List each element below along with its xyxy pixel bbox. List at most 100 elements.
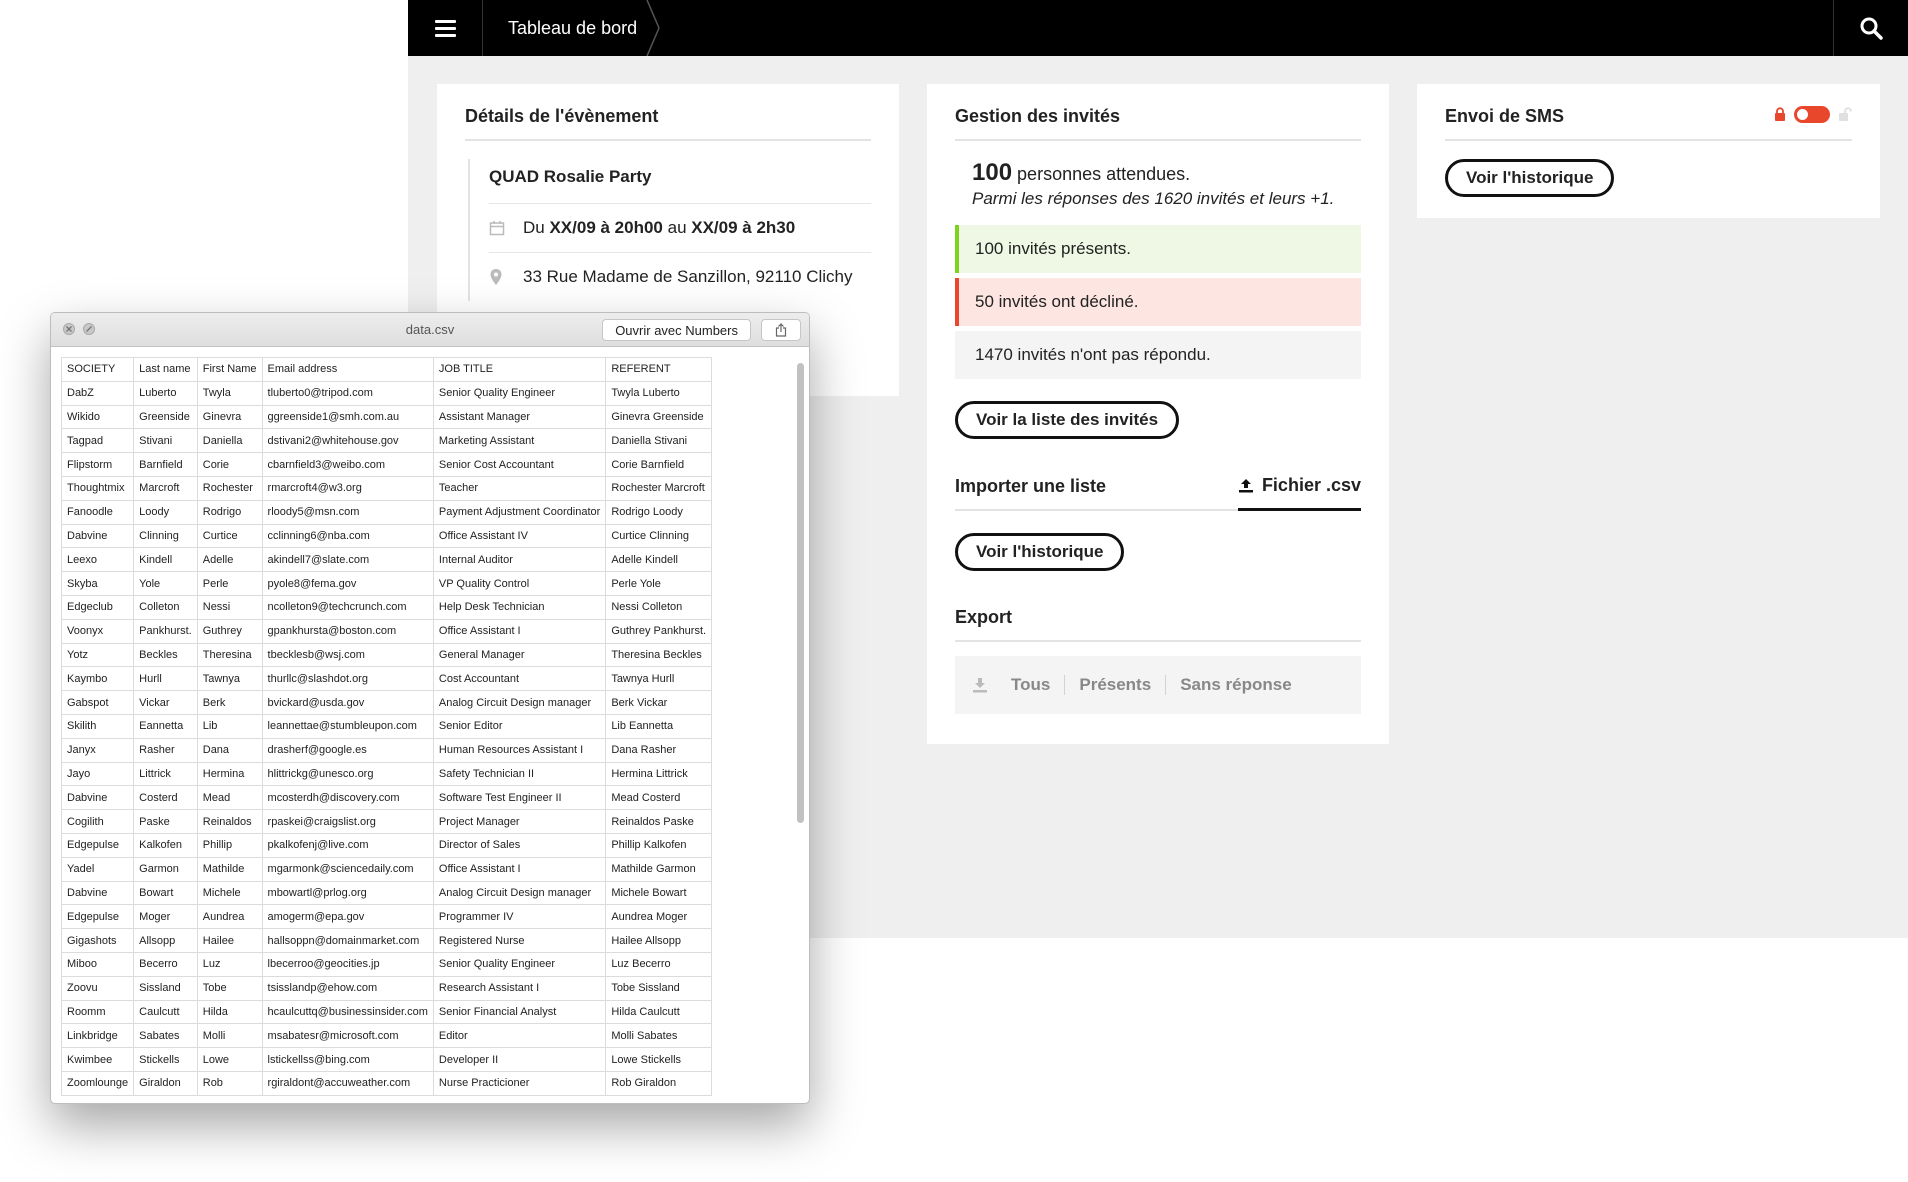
table-cell: Twyla Luberto [605, 380, 713, 406]
table-cell: Edgepulse [61, 904, 135, 930]
table-cell: Bowart [133, 880, 198, 906]
table-cell: rmarcroft4@w3.org [261, 475, 434, 501]
table-cell: mgarmonk@sciencedaily.com [261, 856, 434, 882]
table-cell: Curtice [196, 523, 263, 549]
table-cell: Vickar [133, 690, 198, 715]
table-cell: Giraldon [133, 1070, 198, 1096]
export-section: Export [955, 607, 1361, 642]
table-cell: Nurse Practicioner [432, 1070, 607, 1096]
table-cell: rpaskei@craigslist.org [261, 809, 434, 834]
table-row: Flipstorm Barnfield Corie cbarnfield3@weibo… [61, 452, 713, 477]
table-cell: Rob [196, 1070, 263, 1096]
table-cell: Mathilde Garmon [605, 856, 713, 882]
column-header: First Name [196, 357, 263, 382]
export-all-button[interactable]: Tous [997, 675, 1064, 695]
table-row: Leexo Kindell Adelle akindell7@slate.com Int… [61, 547, 713, 573]
table-cell: Fanoodle [61, 499, 135, 525]
table-cell: Rodrigo [196, 499, 263, 525]
table-cell: Tobe [196, 975, 263, 1001]
table-cell: Littrick [133, 761, 198, 787]
table-cell: Analog Circuit Design manager [432, 690, 607, 715]
event-info: QUAD Rosalie Party Du XX/09 à 20h00 au X… [468, 159, 871, 301]
table-cell: Mead [196, 785, 263, 811]
table-cell: Human Resources Assistant I [432, 737, 607, 763]
table-cell: Help Desk Technician [432, 594, 607, 620]
import-history-button[interactable]: Voir l'historique [955, 533, 1125, 571]
export-title: Export [955, 607, 1013, 627]
column-header: Last name [133, 357, 198, 382]
table-cell: Dabvine [61, 880, 135, 906]
share-button[interactable] [761, 319, 801, 341]
table-row: Edgeclub Colleton Nessi ncolleton9@techcrun… [61, 594, 713, 620]
table-cell: Clinning [133, 523, 198, 549]
table-cell: Loody [133, 499, 198, 525]
open-with-numbers-button[interactable]: Ouvrir avec Numbers [602, 319, 751, 341]
table-cell: Ginevra [196, 404, 263, 430]
table-row: Zoomlounge Giraldon Rob rgiraldont@accuweat… [61, 1070, 713, 1096]
table-cell: Director of Sales [432, 832, 607, 858]
table-cell: Twyla [196, 380, 263, 406]
import-section: Importer une liste Fichier .csv [955, 475, 1361, 511]
export-present-button[interactable]: Présents [1064, 675, 1165, 695]
table-cell: mbowartl@prlog.org [261, 880, 434, 906]
present-stat: 100 invités présents. [955, 225, 1361, 273]
import-title: Importer une liste [955, 476, 1107, 496]
breadcrumb[interactable]: Tableau de bord [483, 0, 660, 56]
table-cell: Nessi Colleton [605, 594, 713, 620]
table-cell: Lib [196, 713, 263, 739]
table-cell: lstickellss@bing.com [261, 1047, 434, 1072]
vertical-scrollbar[interactable] [795, 355, 805, 1097]
table-cell: Programmer IV [432, 904, 607, 930]
window-title-bar: data.csv Ouvrir avec Numbers [51, 313, 809, 347]
breadcrumb-label: Tableau de bord [508, 17, 638, 38]
table-cell: Luz Becerro [605, 951, 713, 977]
table-cell: ggreenside1@smh.com.au [261, 404, 434, 430]
table-row: Skilith Eannetta Lib leannettae@stumbleupon… [61, 713, 713, 739]
table-cell: Berk [196, 690, 263, 715]
table-cell: Luz [196, 951, 263, 977]
table-cell: Colleton [133, 594, 198, 620]
table-row: Jayo Littrick Hermina hlittrickg@unesco.org… [61, 761, 713, 787]
sms-history-button[interactable]: Voir l'historique [1445, 159, 1615, 197]
table-cell: Becerro [133, 951, 198, 977]
sms-history-wrap: Voir l'historique [1445, 159, 1852, 197]
table-cell: Senior Editor [432, 713, 607, 739]
search-button[interactable] [1833, 0, 1908, 56]
hamburger-icon [434, 18, 456, 39]
table-cell: gpankhursta@boston.com [261, 618, 434, 644]
download-icon [973, 678, 987, 693]
table-row: Miboo Becerro Luz lbecerroo@geocities.jp Sen… [61, 951, 713, 977]
sms-toggle[interactable] [1794, 106, 1830, 123]
declined-stat: 50 invités ont décliné. [955, 278, 1361, 326]
table-cell: Molli Sabates [605, 1023, 713, 1049]
table-cell: Leexo [61, 547, 135, 573]
table-cell: Kindell [133, 547, 198, 573]
table-cell: Stivani [133, 428, 198, 454]
table-cell: rloody5@msn.com [261, 499, 434, 525]
table-cell: pyole8@fema.gov [261, 571, 434, 596]
table-cell: tsisslandp@ehow.com [261, 975, 434, 1001]
table-cell: Dana [196, 737, 263, 763]
csv-table-area[interactable]: SOCIETY Last name First Name Email address J… [61, 357, 785, 1097]
export-no-answer-button[interactable]: Sans réponse [1165, 675, 1306, 695]
menu-button[interactable] [408, 0, 483, 56]
table-row: Dabvine Clinning Curtice cclinning6@nba.com… [61, 523, 713, 549]
table-cell: Allsopp [133, 928, 198, 953]
table-cell: Office Assistant I [432, 618, 607, 644]
table-cell: Phillip [196, 832, 263, 858]
table-cell: Miboo [61, 951, 135, 977]
scrollbar-thumb[interactable] [797, 363, 804, 823]
table-cell: Tagpad [61, 428, 135, 454]
table-cell: drasherf@google.es [261, 737, 434, 763]
csv-table-body: DabZ Luberto Twyla tluberto0@tripod.com Seni… [61, 380, 713, 1096]
table-cell: hcaulcuttq@businessinsider.com [261, 999, 434, 1025]
guest-list-button[interactable]: Voir la liste des invités [955, 401, 1180, 439]
table-cell: Theresina [196, 642, 263, 668]
csv-upload-button[interactable]: Fichier .csv [1237, 475, 1361, 511]
table-cell: Luberto [133, 380, 198, 406]
table-cell: Janyx [61, 737, 135, 763]
sms-toggle-group [1774, 106, 1852, 123]
table-cell: Yole [133, 571, 198, 596]
table-cell: lbecerroo@geocities.jp [261, 951, 434, 977]
table-cell: Cost Accountant [432, 666, 607, 692]
